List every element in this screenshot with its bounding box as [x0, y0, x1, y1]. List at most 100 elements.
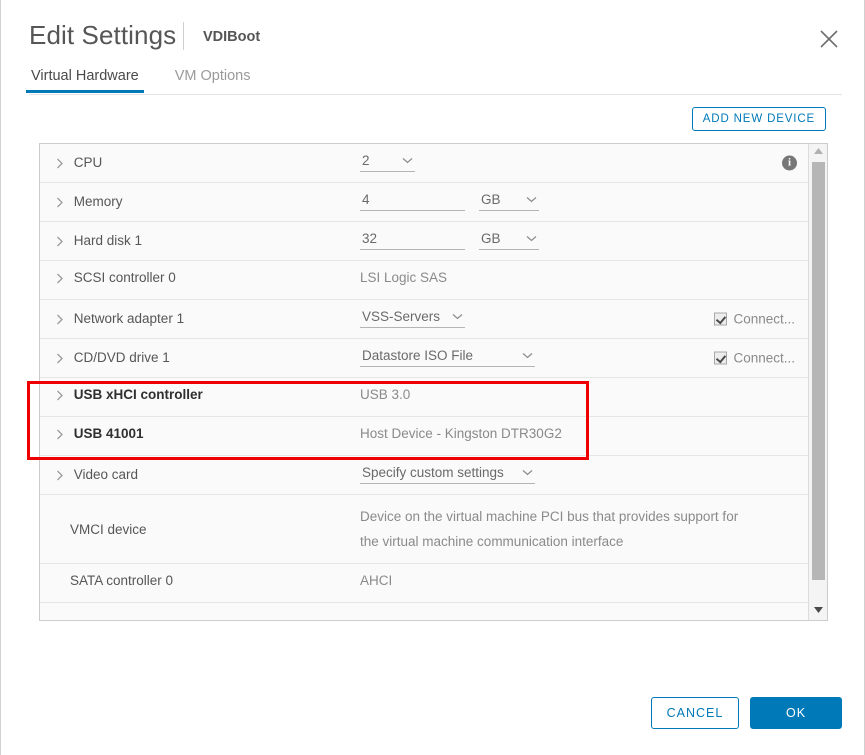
vmci-device-description: Device on the virtual machine PCI bus th…	[360, 504, 760, 554]
cpu-count-select[interactable]: 2	[360, 153, 415, 172]
tab-virtual-hardware[interactable]: Virtual Hardware	[29, 64, 141, 93]
device-table-scrollbar[interactable]	[808, 144, 827, 620]
cd-dvd-connect-cell: Connect...	[714, 350, 795, 365]
chevron-right-icon[interactable]	[56, 270, 70, 285]
cd-dvd-connect-checkbox[interactable]	[714, 351, 727, 364]
device-label: SATA controller 0	[56, 573, 173, 588]
table-row[interactable]: Video card Specify custom settings	[40, 456, 809, 495]
device-label-cell: Network adapter 1	[40, 311, 360, 326]
tab-bar-divider	[29, 94, 842, 95]
add-new-device-button[interactable]: ADD NEW DEVICE	[692, 107, 826, 131]
chevron-right-icon[interactable]	[56, 311, 70, 326]
device-label: Memory	[74, 194, 123, 209]
dialog-footer: CANCEL OK	[1, 679, 864, 755]
cd-dvd-connect-label: Connect...	[733, 350, 795, 365]
scroll-up-arrow-icon[interactable]	[809, 144, 827, 161]
scsi-controller-type: LSI Logic SAS	[360, 270, 447, 285]
network-connect-checkbox[interactable]	[714, 312, 727, 325]
device-label: CPU	[74, 155, 103, 170]
chevron-right-icon[interactable]	[56, 350, 70, 365]
hard-disk-size-input[interactable]: 32	[360, 231, 465, 250]
device-label-cell: USB 41001	[40, 426, 360, 441]
tab-vm-options[interactable]: VM Options	[173, 64, 253, 93]
scroll-down-arrow-icon[interactable]	[809, 603, 827, 620]
device-value-cell: 2	[360, 153, 809, 172]
device-label-cell: SCSI controller 0	[40, 270, 360, 285]
table-row: VMCI device Device on the virtual machin…	[40, 495, 809, 564]
table-row: SATA controller 0 AHCI	[40, 564, 809, 603]
chevron-right-icon[interactable]	[56, 194, 70, 209]
device-label-cell: Hard disk 1	[40, 233, 360, 248]
chevron-down-icon	[522, 469, 533, 476]
cd-dvd-source-value: Datastore ISO File	[362, 348, 473, 363]
hard-disk-unit-select[interactable]: GB	[479, 231, 539, 250]
sata-controller-type: AHCI	[360, 573, 392, 588]
device-label: USB xHCI controller	[74, 387, 203, 402]
cpu-info-icon[interactable]: i	[782, 155, 797, 170]
vm-name-label: VDIBoot	[203, 29, 260, 45]
device-label: CD/DVD drive 1	[74, 350, 170, 365]
device-label-cell: Video card	[40, 467, 360, 482]
close-icon[interactable]	[816, 26, 842, 52]
network-adapter-select[interactable]: VSS-Servers	[360, 309, 465, 328]
table-row[interactable]: Hard disk 1 32 GB	[40, 222, 809, 261]
device-label-cell: Memory	[40, 194, 360, 209]
cd-dvd-source-select[interactable]: Datastore ISO File	[360, 348, 535, 367]
cpu-count-value: 2	[362, 153, 370, 168]
device-value-cell: USB 3.0	[360, 387, 809, 402]
device-label-cell: USB xHCI controller	[40, 387, 360, 402]
chevron-down-icon	[402, 157, 413, 164]
device-label-cell: CPU	[40, 155, 360, 170]
chevron-right-icon[interactable]	[56, 387, 70, 402]
chevron-down-icon	[522, 352, 533, 359]
memory-unit-select[interactable]: GB	[479, 192, 539, 211]
chevron-down-icon	[452, 313, 463, 320]
chevron-right-icon[interactable]	[56, 467, 70, 482]
device-value-cell: AHCI	[360, 573, 809, 588]
device-value-cell: Device on the virtual machine PCI bus th…	[360, 504, 809, 554]
chevron-down-icon	[526, 235, 537, 242]
device-label: USB 41001	[74, 426, 144, 441]
ok-button[interactable]: OK	[750, 697, 842, 729]
cancel-button[interactable]: CANCEL	[651, 697, 739, 729]
video-card-settings-value: Specify custom settings	[362, 465, 504, 480]
device-label-cell: SATA controller 0	[40, 573, 360, 588]
device-value-cell: LSI Logic SAS	[360, 270, 809, 285]
device-label: Network adapter 1	[74, 311, 184, 326]
device-row-list: CPU 2 i	[40, 144, 809, 621]
device-value-cell: Specify custom settings	[360, 465, 809, 484]
page-title: Edit Settings	[29, 20, 176, 51]
network-adapter-value: VSS-Servers	[362, 309, 440, 324]
device-label-cell: VMCI device	[40, 522, 360, 537]
table-row[interactable]: CD/DVD drive 1 Datastore ISO File Connec…	[40, 339, 809, 378]
memory-size-value: 4	[362, 192, 370, 207]
table-row[interactable]: CPU 2 i	[40, 144, 809, 183]
hard-disk-size-value: 32	[362, 231, 377, 246]
chevron-down-icon	[526, 196, 537, 203]
chevron-right-icon[interactable]	[56, 426, 70, 441]
device-label: Hard disk 1	[74, 233, 142, 248]
device-label-cell: CD/DVD drive 1	[40, 350, 360, 365]
dialog-header: Edit Settings VDIBoot	[1, 0, 864, 64]
scrollbar-thumb[interactable]	[812, 162, 825, 580]
network-connect-label: Connect...	[733, 311, 795, 326]
title-separator	[183, 22, 184, 50]
memory-size-input[interactable]: 4	[360, 192, 465, 211]
virtual-hardware-device-table: CPU 2 i	[39, 143, 828, 621]
table-row[interactable]: Network adapter 1 VSS-Servers Connect...	[40, 300, 809, 339]
usb-controller-version: USB 3.0	[360, 387, 410, 402]
device-value-cell: Host Device - Kingston DTR30G2	[360, 426, 809, 441]
chevron-right-icon[interactable]	[56, 233, 70, 248]
video-card-settings-select[interactable]: Specify custom settings	[360, 465, 535, 484]
device-label: VMCI device	[56, 522, 147, 537]
table-row[interactable]: SCSI controller 0 LSI Logic SAS	[40, 261, 809, 300]
table-row[interactable]: USB 41001 Host Device - Kingston DTR30G2	[40, 417, 809, 456]
hard-disk-unit-value: GB	[481, 231, 501, 246]
table-row[interactable]: Memory 4 GB	[40, 183, 809, 222]
memory-unit-value: GB	[481, 192, 501, 207]
table-row-empty	[40, 603, 809, 621]
tab-bar: Virtual Hardware VM Options	[29, 64, 864, 95]
table-row[interactable]: USB xHCI controller USB 3.0	[40, 378, 809, 417]
device-value-cell: 4 GB	[360, 192, 809, 211]
chevron-right-icon[interactable]	[56, 155, 70, 170]
